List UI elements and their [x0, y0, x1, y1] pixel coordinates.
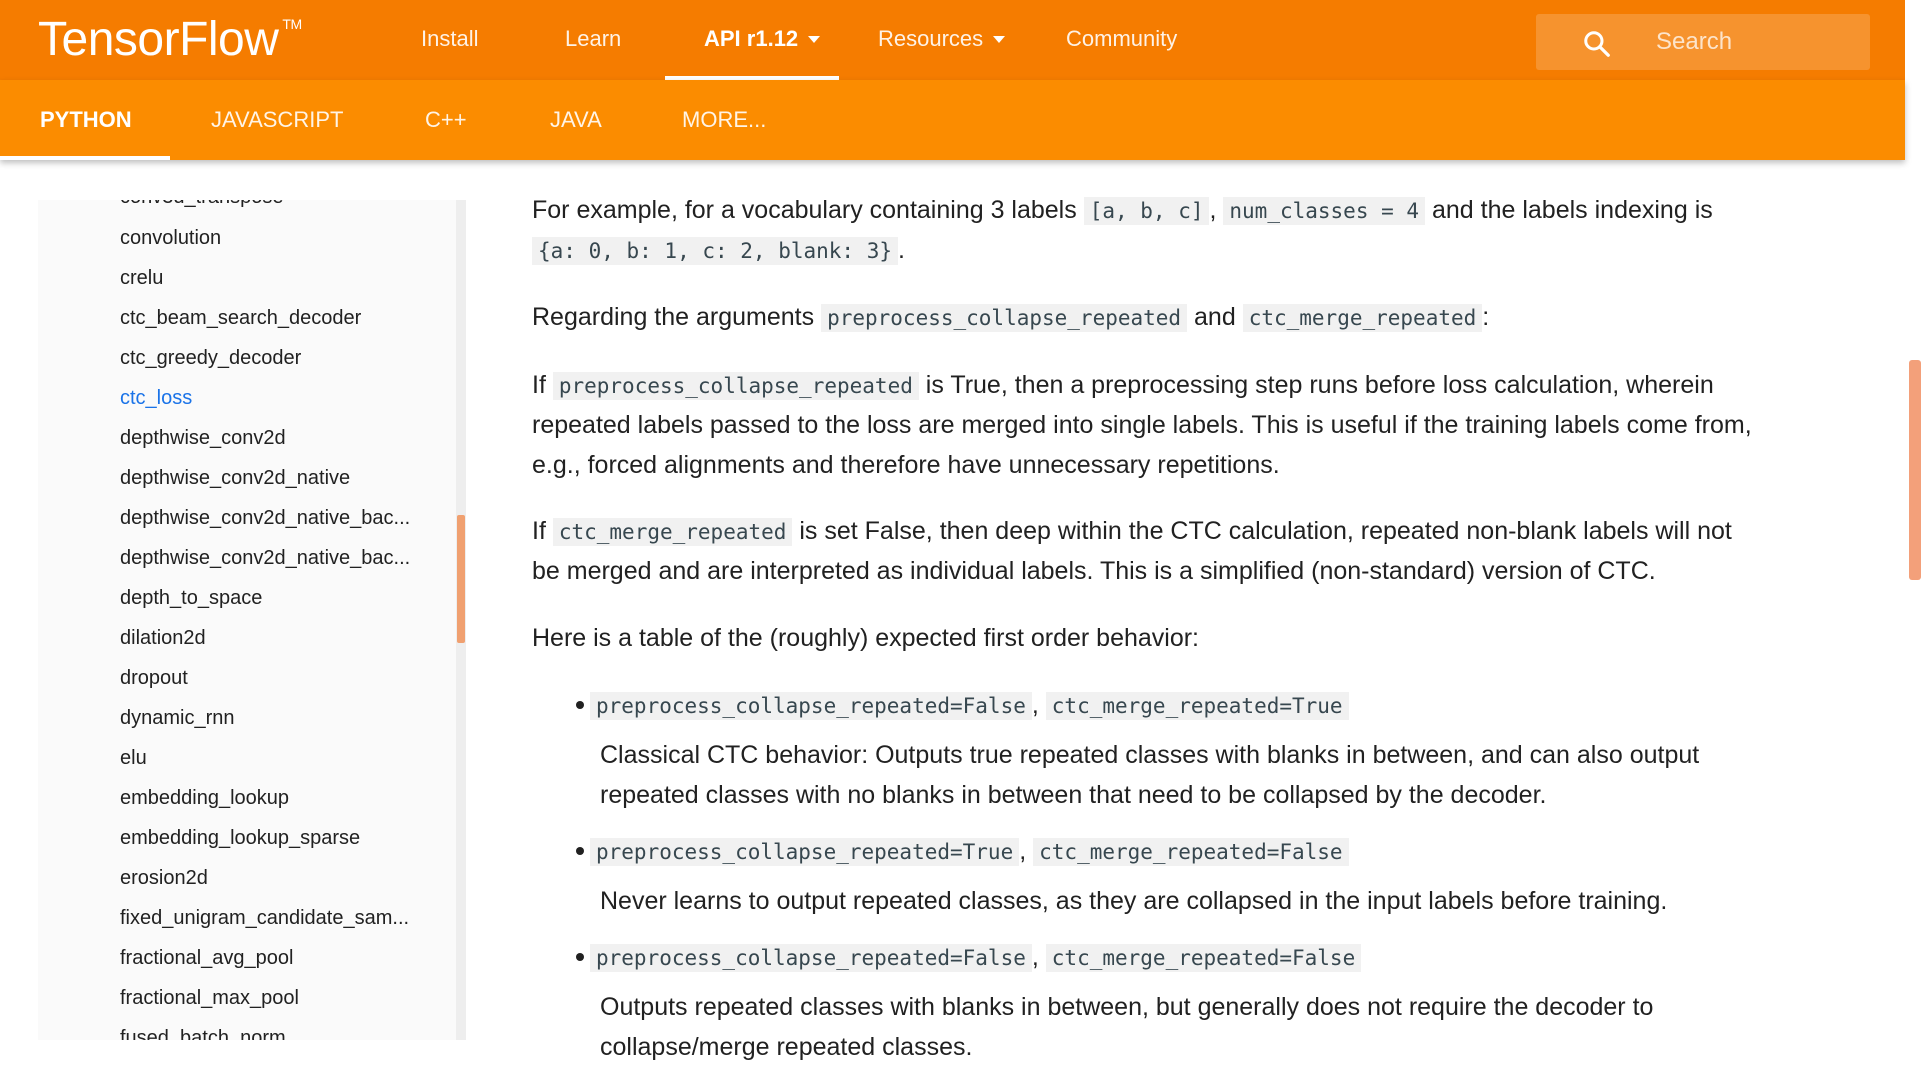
text: If	[532, 517, 553, 545]
page-scrollbar-thumb[interactable]	[1909, 360, 1921, 580]
sidebar-item[interactable]: embedding_lookup_sparse	[120, 827, 360, 850]
sidebar-item[interactable]: convolution	[120, 227, 221, 250]
sidebar-item[interactable]: fractional_avg_pool	[120, 947, 293, 970]
paragraph-example: For example, for a vocabulary containing…	[532, 190, 1713, 231]
inline-code: ctc_merge_repeated	[552, 518, 793, 546]
paragraph-example-line2: {a: 0, b: 1, c: 2, blank: 3}.	[532, 230, 905, 271]
search-input[interactable]: Search	[1656, 28, 1732, 56]
trademark-mark: TM	[282, 16, 302, 32]
bullet-3-description: Outputs repeated classes with blanks in …	[600, 993, 1654, 1021]
inline-code: ctc_merge_repeated=False	[1045, 944, 1362, 972]
text: and the labels indexing is	[1425, 196, 1713, 224]
paragraph-merge-line2: be merged and are interpreted as individ…	[532, 557, 1656, 585]
chevron-down-icon	[993, 36, 1006, 43]
bullet-dot	[576, 847, 584, 855]
bullet-2-header: preprocess_collapse_repeated=True, ctc_m…	[590, 831, 1349, 872]
sidebar-item[interactable]: erosion2d	[120, 867, 208, 890]
text: ,	[1031, 943, 1046, 971]
sidebar-item[interactable]: depthwise_conv2d_native_bac...	[120, 507, 410, 530]
inline-code: {a: 0, b: 1, c: 2, blank: 3}	[532, 237, 899, 265]
nav-api-dropdown[interactable]: API r1.12	[704, 26, 821, 52]
bullet-3-description-line2: collapse/merge repeated classes.	[600, 1033, 973, 1061]
search-icon[interactable]	[1582, 29, 1612, 59]
logo-text: TensorFlow	[38, 13, 279, 66]
tab-more[interactable]: MORE...	[682, 107, 766, 133]
paragraph-merge: If ctc_merge_repeated is set False, then…	[532, 511, 1732, 552]
top-navigation-bar: TensorFlow TM Install Learn API r1.12 Res…	[0, 0, 1905, 80]
inline-code: ctc_merge_repeated=False	[1033, 838, 1349, 866]
bullet-1-description: Classical CTC behavior: Outputs true rep…	[600, 741, 1700, 769]
inline-code: ctc_merge_repeated	[1242, 304, 1483, 332]
paragraph-collapse-line2: repeated labels passed to the loss are m…	[532, 411, 1752, 439]
bullet-3-header: preprocess_collapse_repeated=False, ctc_…	[590, 937, 1362, 978]
bullet-1-header: preprocess_collapse_repeated=False, ctc_…	[590, 685, 1349, 726]
bullet-1-description-line2: repeated classes with no blanks in betwe…	[600, 781, 1547, 809]
text: ,	[1019, 837, 1034, 865]
bullet-dot	[576, 953, 584, 961]
bullet-2-description: Never learns to output repeated classes,…	[600, 887, 1668, 915]
sidebar-item[interactable]: depthwise_conv2d_native	[120, 467, 350, 490]
sidebar-item[interactable]: dilation2d	[120, 627, 206, 650]
text: If	[532, 371, 553, 399]
inline-code: [a, b, c]	[1083, 197, 1210, 225]
sidebar-item[interactable]: embedding_lookup	[120, 787, 289, 810]
paragraph-collapse: If preprocess_collapse_repeated is True,…	[532, 365, 1714, 406]
api-sidebar[interactable]: conv3d_transpose convolution crelu ctc_b…	[38, 200, 466, 1040]
sidebar-item[interactable]: fixed_unigram_candidate_sam...	[120, 907, 409, 930]
tab-python[interactable]: PYTHON	[40, 107, 132, 133]
inline-code: preprocess_collapse_repeated=False	[590, 944, 1032, 972]
nav-install[interactable]: Install	[421, 26, 478, 52]
text: Regarding the arguments	[532, 303, 822, 331]
paragraph-collapse-line3: e.g., forced alignments and therefore ha…	[532, 451, 1280, 479]
text: :	[1482, 303, 1490, 331]
inline-code: preprocess_collapse_repeated=False	[590, 692, 1032, 720]
sidebar-scrollbar-thumb[interactable]	[457, 515, 465, 643]
nav-community[interactable]: Community	[1066, 26, 1177, 52]
tensorflow-logo[interactable]: TensorFlow TM	[38, 12, 302, 67]
sidebar-item-selected[interactable]: ctc_loss	[120, 387, 192, 410]
inline-code: preprocess_collapse_repeated	[552, 372, 919, 400]
tab-java[interactable]: JAVA	[550, 107, 602, 133]
inline-code: preprocess_collapse_repeated=True	[590, 838, 1020, 866]
sidebar-item[interactable]: fractional_max_pool	[120, 987, 299, 1010]
tab-javascript[interactable]: JAVASCRIPT	[211, 107, 343, 133]
nav-api-label: API r1.12	[704, 26, 799, 51]
inline-code: preprocess_collapse_repeated	[821, 304, 1188, 332]
inline-code: ctc_merge_repeated=True	[1045, 692, 1349, 720]
sidebar-item[interactable]: depthwise_conv2d_native_bac...	[120, 547, 410, 570]
text: For example, for a vocabulary containing…	[532, 196, 1084, 224]
text: is set False, then deep within the CTC c…	[792, 517, 1732, 545]
sidebar-item[interactable]: dynamic_rnn	[120, 707, 235, 730]
paragraph-arguments: Regarding the arguments preprocess_colla…	[532, 297, 1489, 338]
inline-code: num_classes = 4	[1223, 197, 1426, 225]
sidebar-item[interactable]: fused_batch_norm	[120, 1027, 286, 1040]
sidebar-item[interactable]: ctc_beam_search_decoder	[120, 307, 361, 330]
sidebar-item[interactable]: depthwise_conv2d	[120, 427, 286, 450]
text: .	[898, 236, 905, 264]
sidebar-item[interactable]: crelu	[120, 267, 163, 290]
sidebar-item[interactable]: conv3d_transpose	[120, 200, 283, 209]
language-tabs-bar: PYTHON JAVASCRIPT C++ JAVA MORE...	[0, 80, 1905, 160]
active-language-indicator	[0, 156, 170, 160]
bullet-dot	[576, 701, 584, 709]
text: is True, then a preprocessing step runs …	[918, 371, 1714, 399]
nav-learn[interactable]: Learn	[565, 26, 621, 52]
text: ,	[1031, 691, 1046, 719]
sidebar-item[interactable]: elu	[120, 747, 147, 770]
sidebar-item[interactable]: dropout	[120, 667, 188, 690]
nav-resources-label: Resources	[878, 26, 984, 51]
nav-resources-dropdown[interactable]: Resources	[878, 26, 1006, 52]
text: ,	[1209, 196, 1224, 224]
sidebar-item[interactable]: ctc_greedy_decoder	[120, 347, 301, 370]
chevron-down-icon	[808, 36, 821, 43]
paragraph-table-intro: Here is a table of the (roughly) expecte…	[532, 624, 1200, 652]
tab-cpp[interactable]: C++	[425, 107, 467, 133]
text: and	[1187, 303, 1243, 331]
sidebar-item[interactable]: depth_to_space	[120, 587, 262, 610]
search-box[interactable]: Search	[1536, 14, 1870, 70]
